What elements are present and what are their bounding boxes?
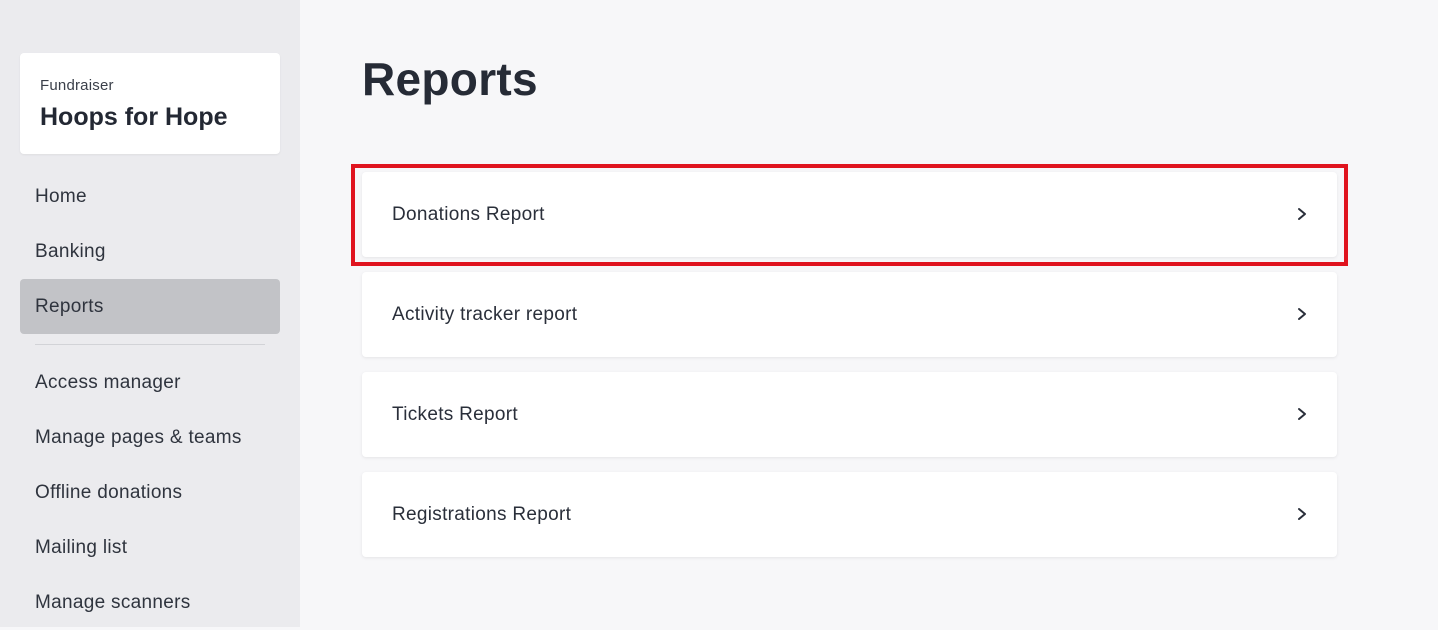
fundraiser-card[interactable]: Fundraiser Hoops for Hope xyxy=(20,53,280,154)
report-label: Donations Report xyxy=(392,203,545,225)
chevron-right-icon xyxy=(1298,408,1306,420)
sidebar-item-mailing-list[interactable]: Mailing list xyxy=(20,520,280,575)
report-label: Registrations Report xyxy=(392,503,572,525)
chevron-right-icon xyxy=(1298,208,1306,220)
sidebar-item-manage-scanners[interactable]: Manage scanners xyxy=(20,575,280,630)
sidebar-item-label: Manage scanners xyxy=(35,591,191,613)
chevron-right-icon xyxy=(1298,308,1306,320)
sidebar: Fundraiser Hoops for Hope Home Banking R… xyxy=(0,0,300,627)
sidebar-item-label: Mailing list xyxy=(35,536,128,558)
report-card-activity-tracker[interactable]: Activity tracker report xyxy=(362,272,1337,357)
sidebar-item-banking[interactable]: Banking xyxy=(20,224,280,279)
sidebar-item-offline-donations[interactable]: Offline donations xyxy=(20,465,280,520)
report-label: Activity tracker report xyxy=(392,303,578,325)
page-title: Reports xyxy=(362,53,538,105)
sidebar-item-access-manager[interactable]: Access manager xyxy=(20,355,280,410)
sidebar-item-label: Manage pages & teams xyxy=(35,426,242,448)
sidebar-item-reports[interactable]: Reports xyxy=(20,279,280,334)
sidebar-item-label: Home xyxy=(35,185,87,207)
report-card-registrations[interactable]: Registrations Report xyxy=(362,472,1337,557)
sidebar-divider xyxy=(35,344,265,345)
sidebar-item-label: Banking xyxy=(35,240,106,262)
sidebar-item-manage-pages-teams[interactable]: Manage pages & teams xyxy=(20,410,280,465)
fundraiser-eyebrow: Fundraiser xyxy=(40,77,114,94)
report-card-tickets[interactable]: Tickets Report xyxy=(362,372,1337,457)
report-label: Tickets Report xyxy=(392,403,518,425)
sidebar-item-label: Reports xyxy=(35,295,104,317)
chevron-right-icon xyxy=(1298,508,1306,520)
report-card-donations[interactable]: Donations Report xyxy=(362,172,1337,257)
fundraiser-name: Hoops for Hope xyxy=(40,103,228,131)
sidebar-item-label: Access manager xyxy=(35,371,181,393)
sidebar-item-label: Offline donations xyxy=(35,481,183,503)
sidebar-item-home[interactable]: Home xyxy=(20,169,280,224)
